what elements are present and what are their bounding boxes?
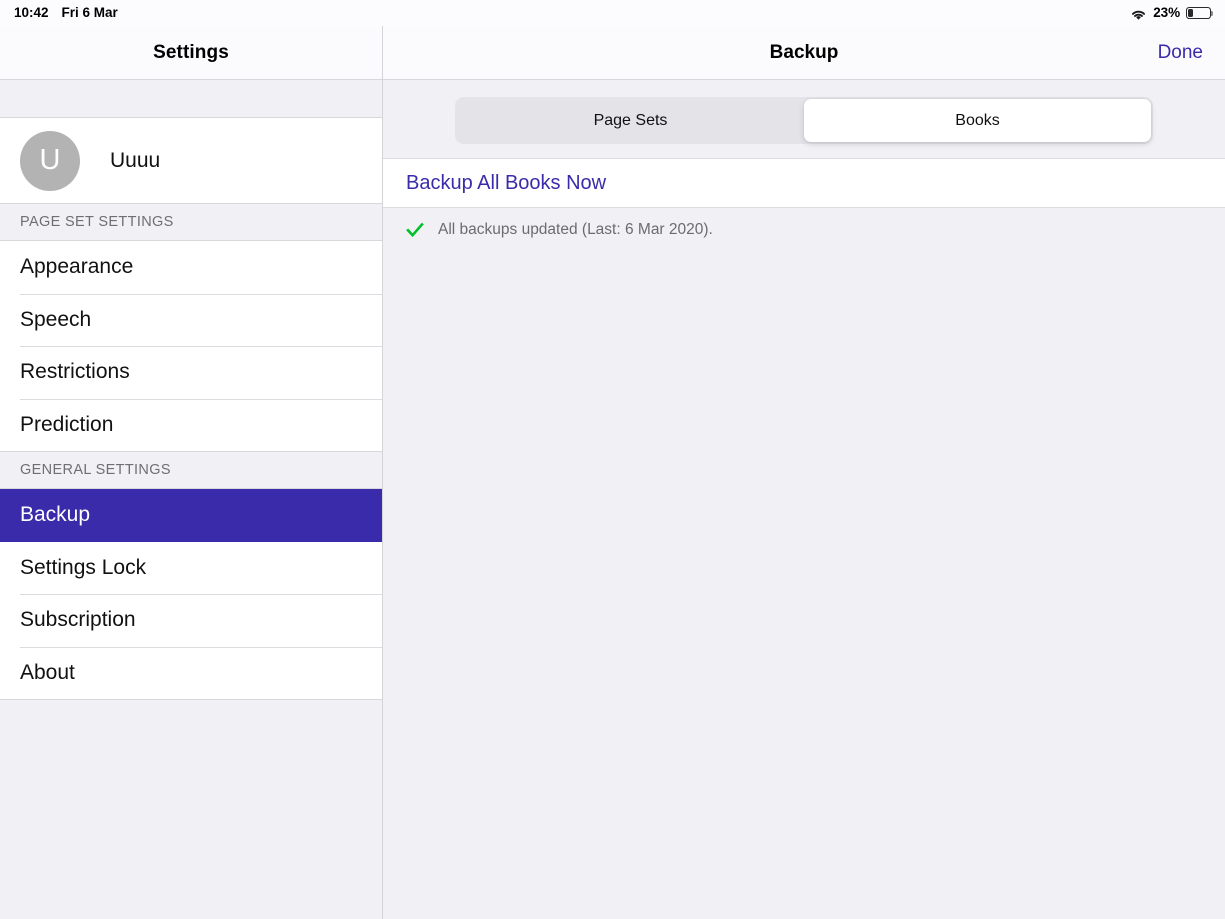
- ipad-settings-screen: 10:42 Fri 6 Mar 23% Settings: [0, 0, 1225, 919]
- sidebar-item-backup[interactable]: Backup: [0, 489, 382, 542]
- main-split-view: Settings U Uuuu PAGE SET SETTINGS Appear…: [0, 26, 1225, 919]
- wifi-icon: [1130, 8, 1147, 21]
- sidebar-item-speech[interactable]: Speech: [0, 294, 382, 347]
- settings-sidebar: Settings U Uuuu PAGE SET SETTINGS Appear…: [0, 26, 383, 919]
- backup-status-row: All backups updated (Last: 6 Mar 2020).: [383, 208, 1225, 252]
- backup-status-text: All backups updated (Last: 6 Mar 2020).: [438, 221, 713, 239]
- sidebar-item-settings-lock[interactable]: Settings Lock: [0, 542, 382, 595]
- nav-list-page-set-settings: Appearance Speech Restrictions Predictio…: [0, 241, 382, 451]
- sidebar-navbar: Settings: [0, 26, 382, 80]
- segmented-control-wrap: Page Sets Books: [383, 80, 1225, 158]
- sidebar-item-prediction[interactable]: Prediction: [0, 399, 382, 452]
- profile-row[interactable]: U Uuuu: [0, 118, 382, 203]
- status-time: 10:42: [14, 6, 49, 20]
- battery-icon: [1186, 7, 1211, 19]
- status-bar: 10:42 Fri 6 Mar 23%: [0, 0, 1225, 26]
- status-bar-right: 23%: [1130, 6, 1211, 20]
- sidebar-item-about[interactable]: About: [0, 647, 382, 700]
- sidebar-top-gap: [0, 80, 382, 118]
- done-button[interactable]: Done: [1158, 42, 1203, 64]
- backup-detail-pane: Backup Done Page Sets Books Backup All B…: [383, 26, 1225, 919]
- profile-name: Uuuu: [110, 149, 160, 173]
- page-title: Settings: [153, 42, 229, 64]
- battery-fill: [1188, 9, 1193, 17]
- segment-page-sets[interactable]: Page Sets: [457, 99, 804, 142]
- section-header-general-settings: GENERAL SETTINGS: [0, 451, 382, 489]
- backup-all-books-row[interactable]: Backup All Books Now: [383, 158, 1225, 208]
- status-date: Fri 6 Mar: [62, 6, 118, 20]
- status-bar-left: 10:42 Fri 6 Mar: [14, 6, 118, 20]
- segment-books[interactable]: Books: [804, 99, 1151, 142]
- backup-all-books-now-button[interactable]: Backup All Books Now: [406, 172, 606, 195]
- avatar: U: [20, 131, 80, 191]
- detail-title: Backup: [383, 42, 1225, 64]
- backup-type-segmented-control[interactable]: Page Sets Books: [455, 97, 1153, 144]
- detail-empty-area: [383, 252, 1225, 919]
- sidebar-item-subscription[interactable]: Subscription: [0, 594, 382, 647]
- check-icon: [406, 221, 424, 239]
- nav-list-general-settings: Backup Settings Lock Subscription About: [0, 489, 382, 699]
- sidebar-item-appearance[interactable]: Appearance: [0, 241, 382, 294]
- battery-percentage: 23%: [1153, 6, 1180, 20]
- sidebar-item-restrictions[interactable]: Restrictions: [0, 346, 382, 399]
- sidebar-empty-area: [0, 700, 382, 919]
- section-header-page-set-settings: PAGE SET SETTINGS: [0, 203, 382, 241]
- detail-navbar: Backup Done: [383, 26, 1225, 80]
